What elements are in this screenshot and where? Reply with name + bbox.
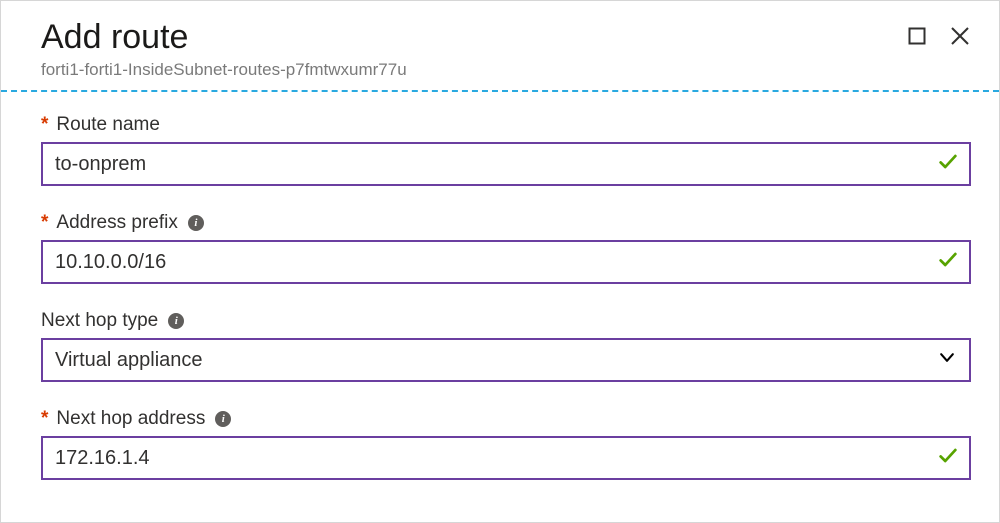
label-text: Route name (56, 114, 160, 136)
field-next-hop-type: Next hop type i Virtual appliance (41, 310, 971, 382)
next-hop-address-label: * Next hop address i (41, 408, 971, 430)
next-hop-address-input[interactable] (43, 447, 969, 470)
next-hop-type-select[interactable]: Virtual appliance (41, 338, 971, 382)
next-hop-type-label: Next hop type i (41, 310, 971, 332)
blade-header: Add route forti1-forti1-InsideSubnet-rou… (41, 19, 971, 80)
label-text: Address prefix (56, 212, 177, 234)
required-marker: * (41, 408, 48, 430)
blade-title: Add route (41, 19, 407, 56)
pin-icon (907, 26, 927, 46)
header-controls (907, 25, 971, 52)
info-icon[interactable]: i (168, 313, 184, 329)
field-next-hop-address: * Next hop address i (41, 408, 971, 480)
label-text: Next hop address (56, 408, 205, 430)
next-hop-address-input-wrap (41, 436, 971, 480)
header-divider (1, 90, 999, 92)
field-address-prefix: * Address prefix i (41, 212, 971, 284)
route-name-input-wrap (41, 142, 971, 186)
route-name-input[interactable] (43, 153, 969, 176)
address-prefix-input-wrap (41, 240, 971, 284)
required-marker: * (41, 212, 48, 234)
pin-button[interactable] (907, 26, 927, 51)
required-marker: * (41, 114, 48, 136)
info-icon[interactable]: i (188, 215, 204, 231)
route-name-label: * Route name (41, 114, 971, 136)
address-prefix-label: * Address prefix i (41, 212, 971, 234)
blade-subtitle: forti1-forti1-InsideSubnet-routes-p7fmtw… (41, 60, 407, 80)
label-text: Next hop type (41, 310, 158, 332)
next-hop-type-value: Virtual appliance (43, 340, 969, 380)
field-route-name: * Route name (41, 114, 971, 186)
close-button[interactable] (949, 25, 971, 52)
close-icon (949, 25, 971, 47)
header-titles: Add route forti1-forti1-InsideSubnet-rou… (41, 19, 407, 80)
address-prefix-input[interactable] (43, 251, 969, 274)
info-icon[interactable]: i (215, 411, 231, 427)
add-route-blade: Add route forti1-forti1-InsideSubnet-rou… (1, 1, 999, 522)
